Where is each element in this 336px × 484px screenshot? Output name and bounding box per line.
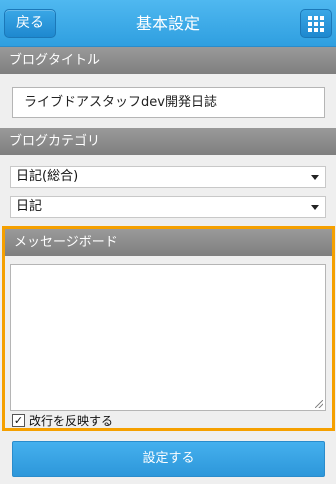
category-select-primary[interactable]: 日記(総合) — [10, 166, 326, 188]
section-header-blog-category: ブログカテゴリ — [0, 128, 336, 155]
category-select-primary-value: 日記(総合) — [16, 169, 79, 184]
category-select-secondary[interactable]: 日記 — [10, 196, 326, 218]
back-button[interactable]: 戻る — [4, 9, 56, 38]
blog-title-input[interactable]: ライブドアスタッフdev開発日誌 — [12, 87, 325, 118]
submit-button[interactable]: 設定する — [12, 441, 325, 477]
message-board-highlight — [2, 226, 335, 431]
chevron-down-icon — [311, 205, 319, 210]
chevron-down-icon — [311, 175, 319, 180]
menu-button[interactable] — [300, 9, 332, 38]
section-header-blog-title: ブログタイトル — [0, 47, 336, 74]
category-select-secondary-value: 日記 — [16, 199, 43, 214]
header-bar: 戻る 基本設定 — [0, 0, 336, 47]
grid-icon — [308, 15, 324, 32]
page-title: 基本設定 — [135, 14, 200, 33]
